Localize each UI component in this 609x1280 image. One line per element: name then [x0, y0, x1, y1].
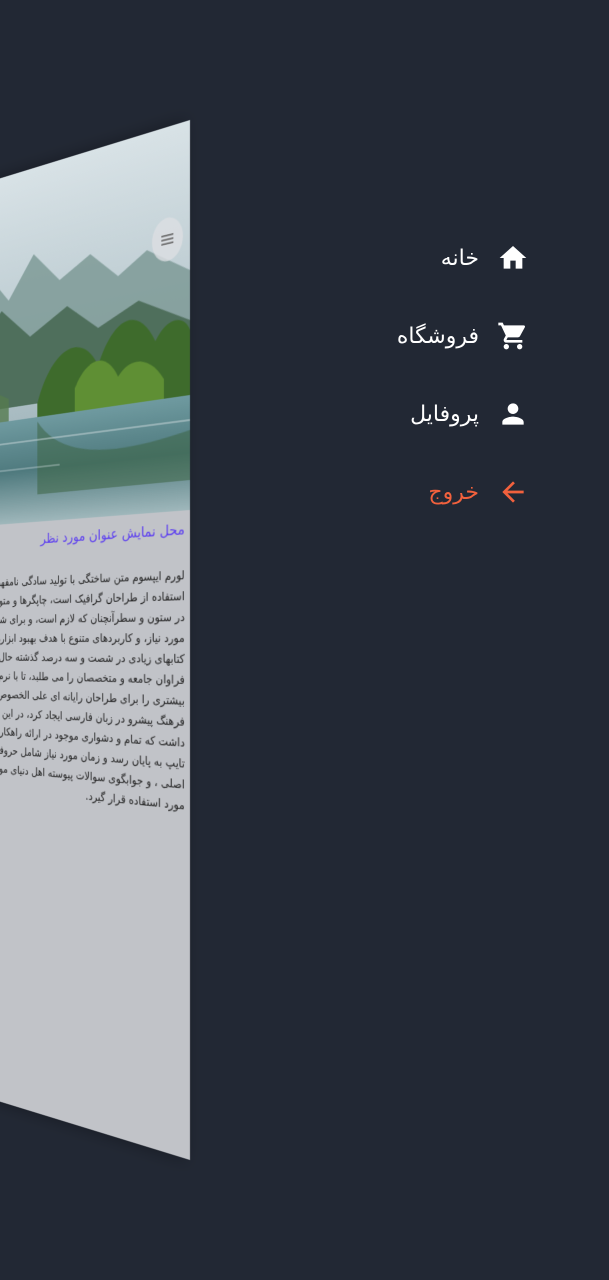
drawer-item-home[interactable]: خانه — [349, 232, 609, 284]
cart-icon — [497, 320, 529, 352]
drawer-item-profile[interactable]: پروفایل — [349, 388, 609, 440]
page-body-text: لورم ایپسوم متن ساختگی با تولید سادگی نا… — [0, 568, 185, 813]
drawer-item-label: خروج — [428, 479, 479, 505]
person-icon — [497, 398, 529, 430]
drawer-item-label: پروفایل — [410, 401, 479, 427]
hero-image — [0, 120, 190, 531]
page-title: محل نمایش عنوان مورد نظر — [40, 520, 185, 548]
drawer-item-logout[interactable]: خروج — [349, 466, 609, 518]
arrow-back-icon — [497, 476, 529, 508]
app-screen: محل نمایش عنوان مورد نظر لورم ایپسوم متن… — [0, 0, 609, 1280]
drawer-item-label: خانه — [440, 245, 479, 271]
home-icon — [497, 242, 529, 274]
drawer-item-shop[interactable]: فروشگاه — [349, 310, 609, 362]
navigation-drawer: خانه فروشگاه پروفایل خروج — [349, 232, 609, 544]
drawer-item-label: فروشگاه — [396, 323, 479, 349]
content-page: محل نمایش عنوان مورد نظر لورم ایپسوم متن… — [0, 120, 190, 1160]
main-content-preview[interactable]: محل نمایش عنوان مورد نظر لورم ایپسوم متن… — [0, 120, 190, 1160]
